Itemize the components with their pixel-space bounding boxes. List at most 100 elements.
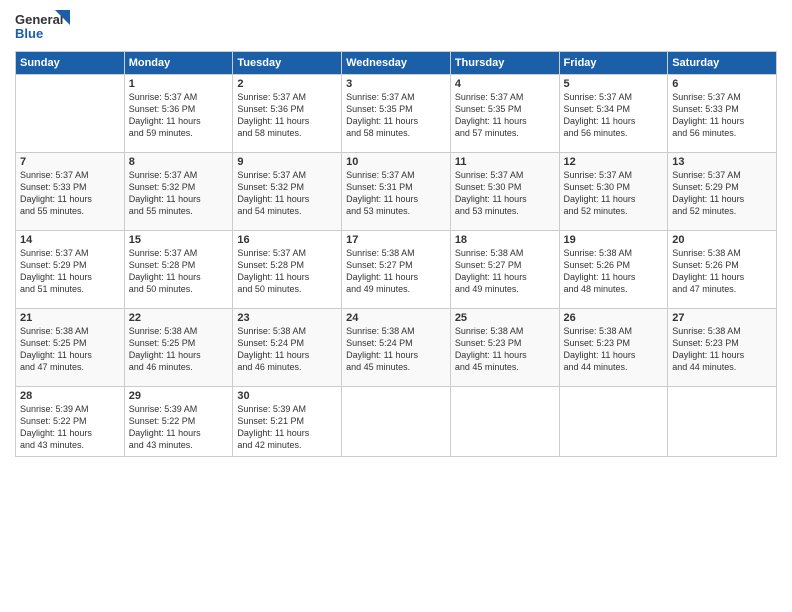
day-cell: 29Sunrise: 5:39 AM Sunset: 5:22 PM Dayli… <box>124 387 233 457</box>
day-number: 26 <box>564 312 664 324</box>
day-detail: Sunrise: 5:38 AM Sunset: 5:27 PM Dayligh… <box>455 247 555 296</box>
day-detail: Sunrise: 5:37 AM Sunset: 5:29 PM Dayligh… <box>672 169 772 218</box>
day-cell: 20Sunrise: 5:38 AM Sunset: 5:26 PM Dayli… <box>668 231 777 309</box>
day-cell <box>16 75 125 153</box>
day-detail: Sunrise: 5:37 AM Sunset: 5:28 PM Dayligh… <box>237 247 337 296</box>
col-header-tuesday: Tuesday <box>233 52 342 75</box>
day-detail: Sunrise: 5:39 AM Sunset: 5:22 PM Dayligh… <box>20 403 120 452</box>
day-number: 15 <box>129 234 229 246</box>
day-number: 4 <box>455 78 555 90</box>
header: GeneralBlue <box>15 10 777 45</box>
day-cell: 14Sunrise: 5:37 AM Sunset: 5:29 PM Dayli… <box>16 231 125 309</box>
day-number: 29 <box>129 390 229 402</box>
day-number: 12 <box>564 156 664 168</box>
day-cell: 10Sunrise: 5:37 AM Sunset: 5:31 PM Dayli… <box>342 153 451 231</box>
day-cell <box>668 387 777 457</box>
day-cell: 23Sunrise: 5:38 AM Sunset: 5:24 PM Dayli… <box>233 309 342 387</box>
day-detail: Sunrise: 5:37 AM Sunset: 5:33 PM Dayligh… <box>672 91 772 140</box>
day-number: 13 <box>672 156 772 168</box>
day-number: 14 <box>20 234 120 246</box>
day-cell: 11Sunrise: 5:37 AM Sunset: 5:30 PM Dayli… <box>450 153 559 231</box>
day-cell: 5Sunrise: 5:37 AM Sunset: 5:34 PM Daylig… <box>559 75 668 153</box>
day-cell: 13Sunrise: 5:37 AM Sunset: 5:29 PM Dayli… <box>668 153 777 231</box>
day-detail: Sunrise: 5:38 AM Sunset: 5:25 PM Dayligh… <box>20 325 120 374</box>
day-number: 11 <box>455 156 555 168</box>
col-header-saturday: Saturday <box>668 52 777 75</box>
col-header-friday: Friday <box>559 52 668 75</box>
day-cell: 15Sunrise: 5:37 AM Sunset: 5:28 PM Dayli… <box>124 231 233 309</box>
calendar-table: SundayMondayTuesdayWednesdayThursdayFrid… <box>15 51 777 457</box>
day-detail: Sunrise: 5:37 AM Sunset: 5:36 PM Dayligh… <box>237 91 337 140</box>
day-cell: 9Sunrise: 5:37 AM Sunset: 5:32 PM Daylig… <box>233 153 342 231</box>
day-detail: Sunrise: 5:38 AM Sunset: 5:24 PM Dayligh… <box>346 325 446 374</box>
day-cell: 1Sunrise: 5:37 AM Sunset: 5:36 PM Daylig… <box>124 75 233 153</box>
day-cell: 6Sunrise: 5:37 AM Sunset: 5:33 PM Daylig… <box>668 75 777 153</box>
day-detail: Sunrise: 5:38 AM Sunset: 5:23 PM Dayligh… <box>455 325 555 374</box>
day-number: 28 <box>20 390 120 402</box>
day-cell: 30Sunrise: 5:39 AM Sunset: 5:21 PM Dayli… <box>233 387 342 457</box>
day-detail: Sunrise: 5:37 AM Sunset: 5:28 PM Dayligh… <box>129 247 229 296</box>
day-detail: Sunrise: 5:37 AM Sunset: 5:29 PM Dayligh… <box>20 247 120 296</box>
day-number: 1 <box>129 78 229 90</box>
svg-text:General: General <box>15 12 63 27</box>
day-number: 9 <box>237 156 337 168</box>
day-cell: 19Sunrise: 5:38 AM Sunset: 5:26 PM Dayli… <box>559 231 668 309</box>
day-cell: 18Sunrise: 5:38 AM Sunset: 5:27 PM Dayli… <box>450 231 559 309</box>
calendar-header-row: SundayMondayTuesdayWednesdayThursdayFrid… <box>16 52 777 75</box>
day-number: 8 <box>129 156 229 168</box>
day-cell: 28Sunrise: 5:39 AM Sunset: 5:22 PM Dayli… <box>16 387 125 457</box>
col-header-thursday: Thursday <box>450 52 559 75</box>
day-detail: Sunrise: 5:38 AM Sunset: 5:24 PM Dayligh… <box>237 325 337 374</box>
day-detail: Sunrise: 5:37 AM Sunset: 5:35 PM Dayligh… <box>346 91 446 140</box>
day-detail: Sunrise: 5:39 AM Sunset: 5:22 PM Dayligh… <box>129 403 229 452</box>
day-number: 2 <box>237 78 337 90</box>
day-number: 20 <box>672 234 772 246</box>
day-number: 16 <box>237 234 337 246</box>
day-cell: 3Sunrise: 5:37 AM Sunset: 5:35 PM Daylig… <box>342 75 451 153</box>
day-number: 21 <box>20 312 120 324</box>
week-row-5: 28Sunrise: 5:39 AM Sunset: 5:22 PM Dayli… <box>16 387 777 457</box>
day-cell: 21Sunrise: 5:38 AM Sunset: 5:25 PM Dayli… <box>16 309 125 387</box>
day-detail: Sunrise: 5:37 AM Sunset: 5:34 PM Dayligh… <box>564 91 664 140</box>
day-detail: Sunrise: 5:37 AM Sunset: 5:32 PM Dayligh… <box>129 169 229 218</box>
day-number: 24 <box>346 312 446 324</box>
day-number: 22 <box>129 312 229 324</box>
week-row-3: 14Sunrise: 5:37 AM Sunset: 5:29 PM Dayli… <box>16 231 777 309</box>
day-number: 27 <box>672 312 772 324</box>
day-detail: Sunrise: 5:38 AM Sunset: 5:26 PM Dayligh… <box>672 247 772 296</box>
day-detail: Sunrise: 5:38 AM Sunset: 5:27 PM Dayligh… <box>346 247 446 296</box>
day-cell: 4Sunrise: 5:37 AM Sunset: 5:35 PM Daylig… <box>450 75 559 153</box>
day-detail: Sunrise: 5:37 AM Sunset: 5:30 PM Dayligh… <box>455 169 555 218</box>
day-detail: Sunrise: 5:38 AM Sunset: 5:25 PM Dayligh… <box>129 325 229 374</box>
day-number: 17 <box>346 234 446 246</box>
day-detail: Sunrise: 5:38 AM Sunset: 5:26 PM Dayligh… <box>564 247 664 296</box>
day-number: 5 <box>564 78 664 90</box>
day-detail: Sunrise: 5:37 AM Sunset: 5:31 PM Dayligh… <box>346 169 446 218</box>
day-cell <box>342 387 451 457</box>
day-number: 30 <box>237 390 337 402</box>
day-number: 6 <box>672 78 772 90</box>
day-detail: Sunrise: 5:37 AM Sunset: 5:33 PM Dayligh… <box>20 169 120 218</box>
day-detail: Sunrise: 5:37 AM Sunset: 5:32 PM Dayligh… <box>237 169 337 218</box>
day-cell: 22Sunrise: 5:38 AM Sunset: 5:25 PM Dayli… <box>124 309 233 387</box>
day-number: 3 <box>346 78 446 90</box>
day-cell: 26Sunrise: 5:38 AM Sunset: 5:23 PM Dayli… <box>559 309 668 387</box>
col-header-monday: Monday <box>124 52 233 75</box>
logo-icon: GeneralBlue <box>15 10 70 45</box>
day-cell: 27Sunrise: 5:38 AM Sunset: 5:23 PM Dayli… <box>668 309 777 387</box>
svg-text:Blue: Blue <box>15 26 43 41</box>
day-number: 19 <box>564 234 664 246</box>
day-detail: Sunrise: 5:37 AM Sunset: 5:36 PM Dayligh… <box>129 91 229 140</box>
day-detail: Sunrise: 5:38 AM Sunset: 5:23 PM Dayligh… <box>564 325 664 374</box>
day-cell: 16Sunrise: 5:37 AM Sunset: 5:28 PM Dayli… <box>233 231 342 309</box>
page-container: GeneralBlue SundayMondayTuesdayWednesday… <box>0 0 792 467</box>
col-header-wednesday: Wednesday <box>342 52 451 75</box>
day-detail: Sunrise: 5:37 AM Sunset: 5:35 PM Dayligh… <box>455 91 555 140</box>
day-cell <box>450 387 559 457</box>
day-cell: 24Sunrise: 5:38 AM Sunset: 5:24 PM Dayli… <box>342 309 451 387</box>
day-number: 23 <box>237 312 337 324</box>
day-number: 25 <box>455 312 555 324</box>
week-row-2: 7Sunrise: 5:37 AM Sunset: 5:33 PM Daylig… <box>16 153 777 231</box>
day-cell: 8Sunrise: 5:37 AM Sunset: 5:32 PM Daylig… <box>124 153 233 231</box>
day-number: 18 <box>455 234 555 246</box>
